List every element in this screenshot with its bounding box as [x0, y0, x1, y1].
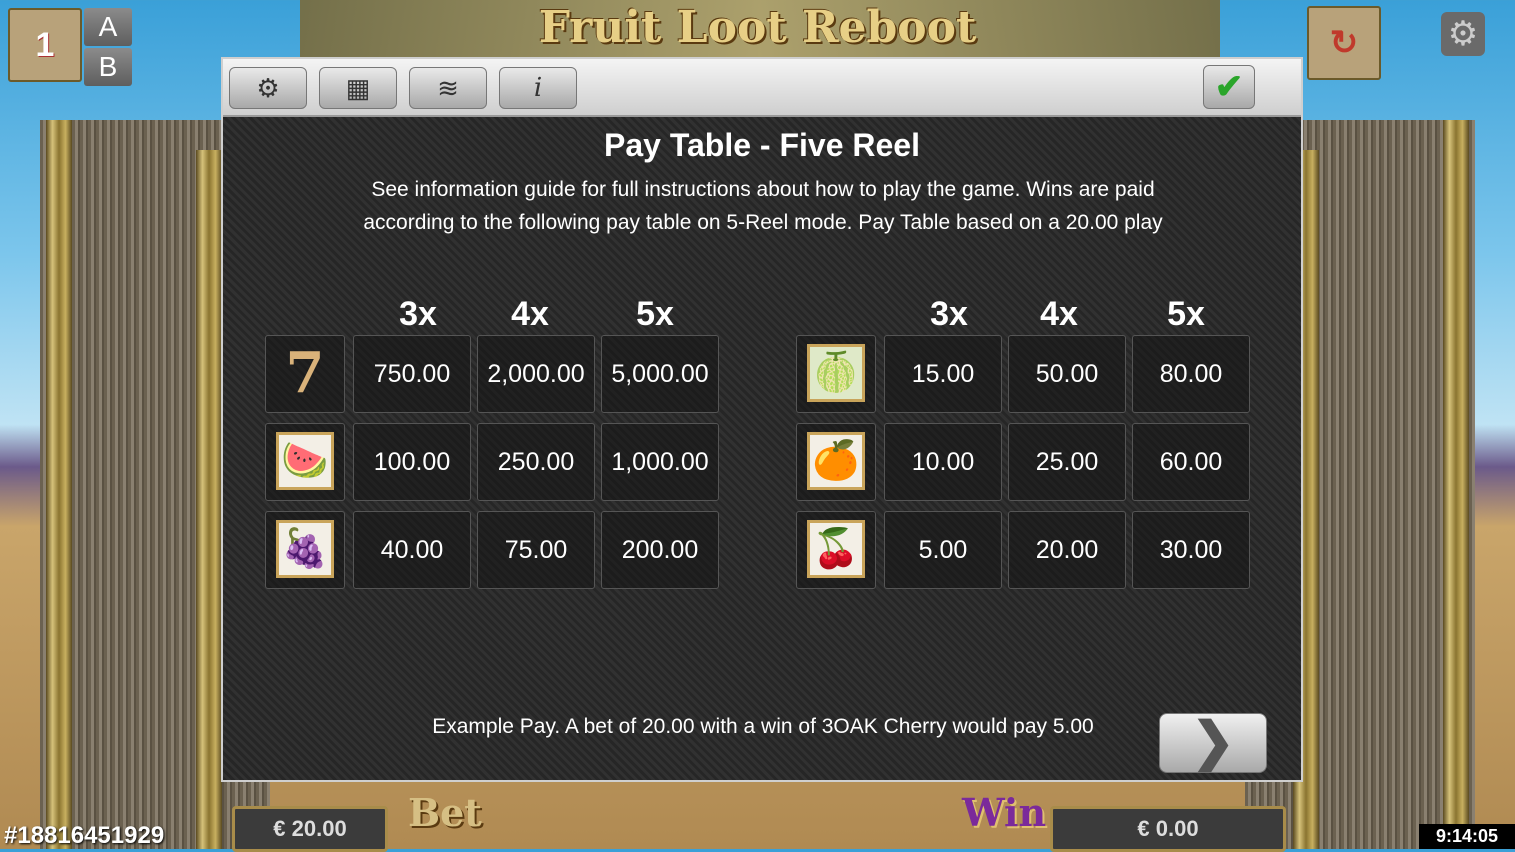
clock: 9:14:05	[1419, 824, 1515, 849]
col-header: 4x	[511, 295, 549, 333]
settings-corner-icon[interactable]: ⚙	[1441, 12, 1485, 56]
bamboo-pole	[1443, 120, 1469, 849]
symbol-seven-icon: 7	[265, 335, 345, 413]
mode-b-button[interactable]: B	[84, 48, 132, 86]
symbol-watermelon-icon: 🍉	[265, 423, 345, 501]
payout-cell: 5,000.00	[601, 335, 719, 413]
payout-cell: 15.00	[884, 335, 1002, 413]
payout-cell: 75.00	[477, 511, 595, 589]
bamboo-pole	[196, 150, 222, 849]
payout-cell: 50.00	[1008, 335, 1126, 413]
col-header: 5x	[1167, 295, 1205, 333]
payout-cell: 5.00	[884, 511, 1002, 589]
checkmark-icon[interactable]: ✔	[1203, 65, 1255, 109]
autoplay-icon[interactable]: ↻	[1307, 6, 1381, 80]
payout-cell: 1,000.00	[601, 423, 719, 501]
symbol-lime-icon: 🍈	[796, 335, 876, 413]
symbol-grapes-icon: 🍇	[265, 511, 345, 589]
col-header: 4x	[1040, 295, 1078, 333]
payout-cell: 750.00	[353, 335, 471, 413]
win-label: Win	[962, 790, 1047, 835]
bet-value[interactable]: € 20.00	[232, 806, 388, 852]
payout-cell: 10.00	[884, 423, 1002, 501]
bamboo-pole	[46, 120, 72, 849]
example-pay-text: Example Pay. A bet of 20.00 with a win o…	[432, 715, 1094, 738]
payout-cell: 20.00	[1008, 511, 1126, 589]
paytable-dialog: ⚙ ▦ ≋ i ✔ Pay Table - Five Reel See info…	[221, 57, 1303, 782]
payout-cell: 60.00	[1132, 423, 1250, 501]
info-icon[interactable]: i	[499, 67, 577, 109]
ticket-id: #18816451929	[4, 822, 165, 849]
payout-cell: 40.00	[353, 511, 471, 589]
dialog-title: Pay Table - Five Reel	[604, 127, 920, 163]
payout-cell: 250.00	[477, 423, 595, 501]
line-count: 1	[35, 26, 55, 64]
payout-cell: 100.00	[353, 423, 471, 501]
payout-cell: 30.00	[1132, 511, 1250, 589]
col-header: 3x	[399, 295, 437, 333]
paytable-icon[interactable]: ▦	[319, 67, 397, 109]
col-header: 3x	[930, 295, 968, 333]
symbol-cherry-icon: 🍒	[796, 511, 876, 589]
win-value: € 0.00	[1050, 806, 1286, 852]
line-selector[interactable]: 1	[8, 8, 82, 82]
symbol-orange-icon: 🍊	[796, 423, 876, 501]
mode-a-button[interactable]: A	[84, 8, 132, 46]
paylines-icon[interactable]: ≋	[409, 67, 487, 109]
gear-icon[interactable]: ⚙	[229, 67, 307, 109]
bet-label: Bet	[408, 790, 482, 835]
payout-cell: 80.00	[1132, 335, 1250, 413]
col-header: 5x	[636, 295, 674, 333]
dialog-description: See information guide for full instructi…	[363, 178, 1163, 234]
next-page-button[interactable]: ❯	[1159, 713, 1267, 773]
dialog-toolbar: ⚙ ▦ ≋ i ✔	[223, 59, 1301, 117]
payout-cell: 2,000.00	[477, 335, 595, 413]
game-title: Fruit Loot Reboot	[538, 2, 977, 53]
payout-cell: 200.00	[601, 511, 719, 589]
payout-cell: 25.00	[1008, 423, 1126, 501]
